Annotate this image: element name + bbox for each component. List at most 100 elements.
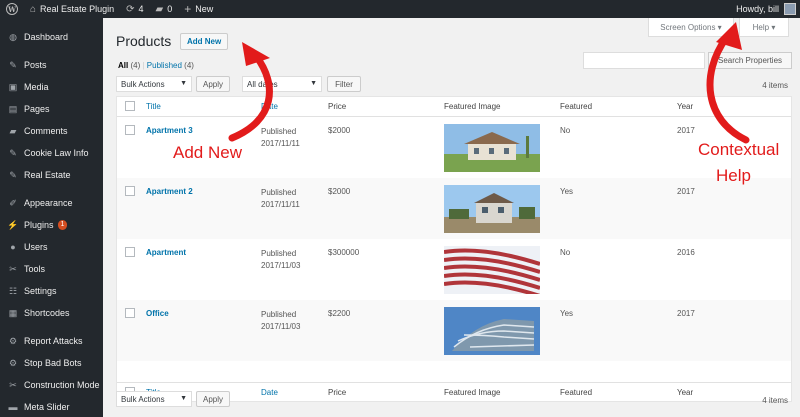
filter-separator: | <box>142 61 145 70</box>
sidebar-item-label: Shortcodes <box>24 308 70 318</box>
sidebar-item-report-attacks[interactable]: ⚙ Report Attacks <box>0 330 103 352</box>
avatar <box>784 3 796 15</box>
contextual-help-annotation-line1: Contextual <box>698 140 780 159</box>
row-checkbox[interactable] <box>125 308 135 318</box>
column-date-footer[interactable]: Date <box>261 388 278 397</box>
sidebar-item-label: Real Estate <box>24 170 71 180</box>
product-featured: Yes <box>560 187 574 196</box>
column-featured-image-header: Featured Image <box>444 102 501 111</box>
admin-menu: ◍ Dashboard ✎ Posts ▣ Media ▤ Pages ▰ Comments ✎ Co… <box>0 18 103 417</box>
product-title-link[interactable]: Apartment 3 <box>146 126 193 135</box>
updates-link[interactable]: ⟳ 4 <box>120 0 149 18</box>
items-count-bottom: 4 items <box>762 396 788 405</box>
bulk-actions-select-bottom[interactable]: Bulk Actions ▼ <box>116 391 192 407</box>
sidebar-item-label: Stop Bad Bots <box>24 358 82 368</box>
row-checkbox[interactable] <box>125 125 135 135</box>
product-featured: No <box>560 126 571 135</box>
row-checkbox[interactable] <box>125 186 135 196</box>
sidebar-item-pages[interactable]: ▤ Pages <box>0 98 103 120</box>
sidebar-item-plugins[interactable]: ⚡ Plugins 1 <box>0 214 103 236</box>
product-date-value: 2017/11/03 <box>261 261 301 270</box>
site-name-link[interactable]: ⌂ Real Estate Plugin <box>24 0 120 18</box>
column-year-footer: Year <box>677 388 694 397</box>
sidebar-item-appearance[interactable]: ✐ Appearance <box>0 192 103 214</box>
bulk-actions-select[interactable]: Bulk Actions ▼ <box>116 76 192 92</box>
sidebar-item-media[interactable]: ▣ Media <box>0 76 103 98</box>
table-row: Apartment Published 2017/11/03 $300000 No… <box>117 239 791 300</box>
house-thumbnail <box>444 124 540 172</box>
filter-published-link[interactable]: Published <box>147 61 182 70</box>
filter-published-label: Published <box>146 61 182 70</box>
dashboard-icon: ◍ <box>9 31 17 42</box>
sidebar-item-real-estate[interactable]: ✎ Real Estate <box>0 164 103 186</box>
brush-icon: ✐ <box>9 197 17 208</box>
sidebar-item-tools[interactable]: ✂ Tools <box>0 258 103 280</box>
sidebar-item-label: Posts <box>24 60 47 70</box>
plugin-icon: ⚡ <box>7 219 19 230</box>
product-title-link[interactable]: Apartment <box>146 248 186 257</box>
house-thumbnail <box>444 185 540 233</box>
sidebar-item-label: Meta Slider <box>24 402 70 412</box>
product-featured: Yes <box>560 309 574 318</box>
product-date: Published 2017/11/03 <box>261 309 300 333</box>
sidebar-item-users[interactable]: ● Users <box>0 236 103 258</box>
building-thumbnail <box>444 246 540 294</box>
filter-all-link[interactable]: All <box>118 61 128 70</box>
sidebar-item-dashboard[interactable]: ◍ Dashboard <box>0 26 103 48</box>
settings-icon: ☷ <box>8 285 18 296</box>
sidebar-item-label: Report Attacks <box>24 336 83 346</box>
sidebar-item-cookie-law-info[interactable]: ✎ Cookie Law Info <box>0 142 103 164</box>
sidebar-item-settings[interactable]: ☷ Settings <box>0 280 103 302</box>
filter-published-count: (4) <box>184 61 194 70</box>
chevron-down-icon: ▼ <box>180 395 187 402</box>
screen-options-button[interactable]: Screen Options ▾ <box>648 18 734 37</box>
featured-image <box>444 246 540 294</box>
table-row: Office Published 2017/11/03 $2200 Yes 201… <box>117 300 791 361</box>
select-all-checkbox[interactable] <box>125 101 135 111</box>
comments-link[interactable]: ▰ 0 <box>150 0 179 18</box>
wrench-icon: ✂ <box>9 379 17 390</box>
sidebar-item-comments[interactable]: ▰ Comments <box>0 120 103 142</box>
pin-icon: ✎ <box>9 147 17 158</box>
sidebar-item-meta-slider[interactable]: ▬ Meta Slider <box>0 396 103 417</box>
date-filter-select[interactable]: All dates ▼ <box>242 76 322 92</box>
sidebar-item-label: Settings <box>24 286 57 296</box>
sidebar-item-posts[interactable]: ✎ Posts <box>0 54 103 76</box>
office-thumbnail <box>444 307 540 355</box>
add-new-button[interactable]: Add New <box>180 33 229 50</box>
column-featured-footer: Featured <box>560 388 593 397</box>
sidebar-item-label: Pages <box>24 104 50 114</box>
my-account-link[interactable]: Howdy, bill <box>730 0 800 18</box>
wrench-icon: ✂ <box>9 263 17 274</box>
sidebar-item-label: Tools <box>24 264 46 274</box>
bulk-actions-label: Bulk Actions <box>121 394 165 404</box>
product-date-value: 2017/11/11 <box>261 139 300 148</box>
filter-button[interactable]: Filter <box>327 76 361 92</box>
help-button[interactable]: Help ▾ <box>739 18 789 37</box>
apply-button-bottom[interactable]: Apply <box>196 391 230 407</box>
sidebar-item-construction-mode[interactable]: ✂ Construction Mode <box>0 374 103 396</box>
row-checkbox[interactable] <box>125 247 135 257</box>
column-date-header[interactable]: Date <box>261 102 278 111</box>
search-input[interactable] <box>583 52 705 69</box>
user-icon: ● <box>10 242 16 252</box>
column-title-header[interactable]: Title <box>146 102 161 111</box>
search-properties-button[interactable]: Search Properties <box>708 52 792 69</box>
product-title-link[interactable]: Office <box>146 309 169 318</box>
chevron-down-icon: ▼ <box>310 80 317 87</box>
contextual-help-annotation-line2: Help <box>716 166 751 185</box>
product-title-link[interactable]: Apartment 2 <box>146 187 193 196</box>
slider-icon: ▬ <box>8 402 18 412</box>
new-content-link[interactable]: + New <box>178 0 219 18</box>
sidebar-item-label: Plugins <box>24 220 54 230</box>
column-featured-header: Featured <box>560 102 593 111</box>
sidebar-item-shortcodes[interactable]: ▦ Shortcodes <box>0 302 103 324</box>
wordpress-logo-button[interactable]: W <box>0 0 24 18</box>
column-price-header: Price <box>328 102 347 111</box>
sidebar-item-label: Comments <box>24 126 68 136</box>
apply-button[interactable]: Apply <box>196 76 230 92</box>
bulk-actions-label: Bulk Actions <box>121 79 165 89</box>
sidebar-item-stop-bad-bots[interactable]: ⚙ Stop Bad Bots <box>0 352 103 374</box>
product-status: Published <box>261 188 297 197</box>
add-new-annotation: Add New <box>173 143 242 162</box>
